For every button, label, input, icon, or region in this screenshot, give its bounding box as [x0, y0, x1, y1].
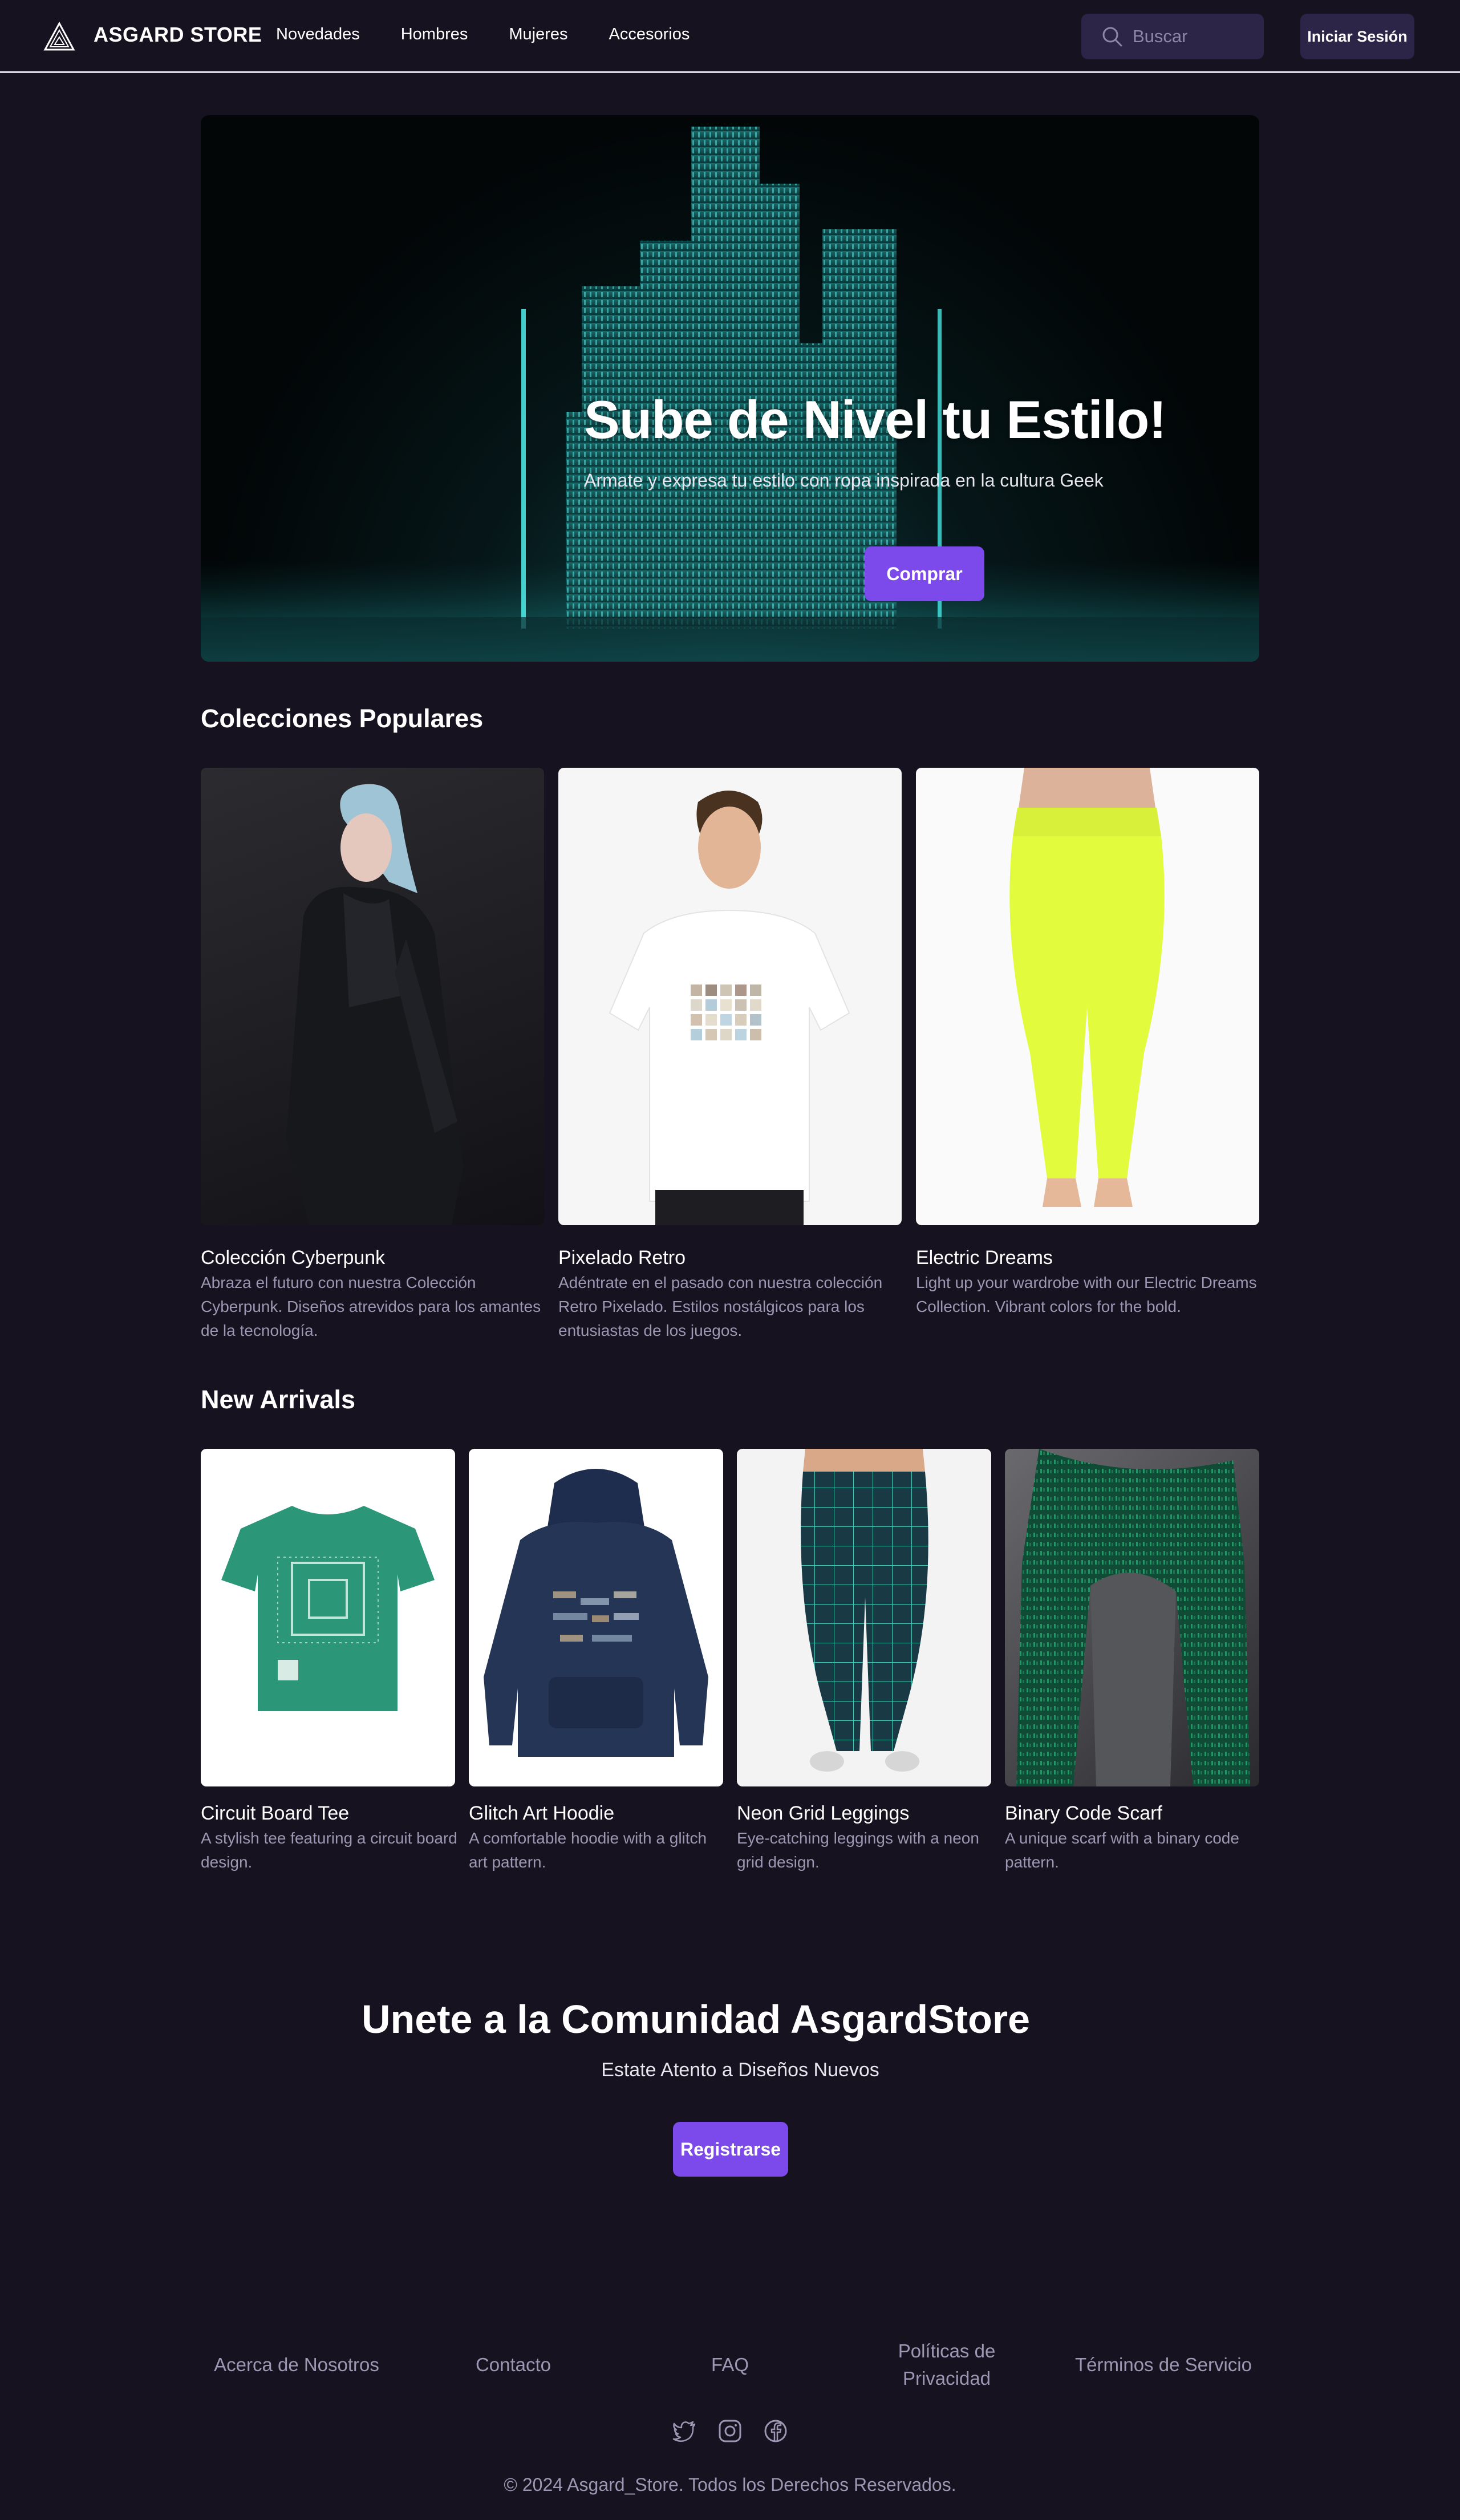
- collection-name-electric-dreams[interactable]: Electric Dreams: [916, 1247, 1053, 1269]
- nav-accesorios[interactable]: Accesorios: [609, 25, 690, 44]
- product-name-neon-grid-leggings[interactable]: Neon Grid Leggings: [737, 1802, 909, 1825]
- instagram-icon[interactable]: [717, 2418, 743, 2444]
- search-box[interactable]: [1081, 14, 1264, 59]
- hero-title: Sube de Nivel tu Estilo!: [584, 390, 1167, 449]
- copyright-text: © 2024 Asgard_Store. Todos los Derechos …: [504, 2474, 956, 2495]
- logo-icon[interactable]: [43, 22, 75, 51]
- footer-link-privacy[interactable]: Políticas de Privacidad: [873, 2337, 1021, 2392]
- collections-title: Colecciones Populares: [201, 704, 484, 733]
- hero-banner: Sube de Nivel tu Estilo! Armate y expres…: [201, 115, 1259, 662]
- collection-image-cyberpunk[interactable]: [201, 768, 544, 1225]
- collection-description-electric-dreams: Light up your wardrobe with our Electric…: [916, 1274, 1257, 1315]
- product-name-circuit-board-tee[interactable]: Circuit Board Tee: [201, 1802, 349, 1825]
- brand-name[interactable]: ASGARD STORE: [94, 23, 262, 47]
- footer-link-contact[interactable]: Contacto: [405, 2351, 622, 2379]
- collection-description-pixel-retro: Adéntrate en el pasado con nuestra colec…: [558, 1274, 883, 1339]
- nav-hombres[interactable]: Hombres: [401, 25, 468, 44]
- product-description-binary-code-scarf: A unique scarf with a binary code patter…: [1005, 1829, 1239, 1871]
- product-name-binary-code-scarf[interactable]: Binary Code Scarf: [1005, 1802, 1162, 1825]
- collection-name-pixel-retro[interactable]: Pixelado Retro: [558, 1247, 686, 1269]
- site-header: ASGARD STORE Novedades Hombres Mujeres A…: [0, 0, 1460, 73]
- hero-city-image: [201, 127, 1259, 662]
- product-image-binary-code-scarf[interactable]: [1005, 1449, 1259, 1786]
- product-image-neon-grid-leggings[interactable]: [737, 1449, 991, 1786]
- nav-mujeres[interactable]: Mujeres: [509, 25, 567, 44]
- twitter-icon[interactable]: [672, 2418, 697, 2444]
- hero-subtitle: Armate y expresa tu estilo con ropa insp…: [584, 470, 1104, 491]
- search-icon: [1102, 27, 1122, 47]
- footer-link-faq[interactable]: FAQ: [622, 2351, 838, 2379]
- footer-link-terms[interactable]: Términos de Servicio: [1055, 2351, 1272, 2379]
- login-button[interactable]: Iniciar Sesión: [1300, 14, 1414, 59]
- facebook-icon[interactable]: [763, 2418, 788, 2444]
- collection-image-electric-dreams[interactable]: [916, 768, 1259, 1225]
- product-description-neon-grid-leggings: Eye-catching leggings with a neon grid d…: [737, 1829, 979, 1871]
- nav-novedades[interactable]: Novedades: [276, 25, 360, 44]
- product-image-circuit-board-tee[interactable]: [201, 1449, 455, 1786]
- footer-link-about[interactable]: Acerca de Nosotros: [188, 2351, 405, 2379]
- product-description-circuit-board-tee: A stylish tee featuring a circuit board …: [201, 1829, 457, 1871]
- community-title: Unete a la Comunidad AsgardStore: [361, 1997, 1031, 2041]
- collection-image-pixel-retro[interactable]: [558, 768, 902, 1225]
- new-arrivals-title: New Arrivals: [201, 1385, 355, 1414]
- main-nav: Novedades Hombres Mujeres Accesorios: [276, 25, 690, 44]
- product-image-glitch-art-hoodie[interactable]: [469, 1449, 723, 1786]
- collection-name-cyberpunk[interactable]: Colección Cyberpunk: [201, 1247, 385, 1269]
- product-description-glitch-art-hoodie: A comfortable hoodie with a glitch art p…: [469, 1829, 707, 1871]
- product-name-glitch-art-hoodie[interactable]: Glitch Art Hoodie: [469, 1802, 614, 1825]
- shop-button[interactable]: Comprar: [865, 546, 984, 601]
- register-button[interactable]: Registrarse: [673, 2122, 788, 2177]
- search-input[interactable]: [1133, 26, 1247, 47]
- community-subtitle: Estate Atento a Diseños Nuevos: [601, 2059, 879, 2081]
- collection-description-cyberpunk: Abraza el futuro con nuestra Colección C…: [201, 1274, 541, 1339]
